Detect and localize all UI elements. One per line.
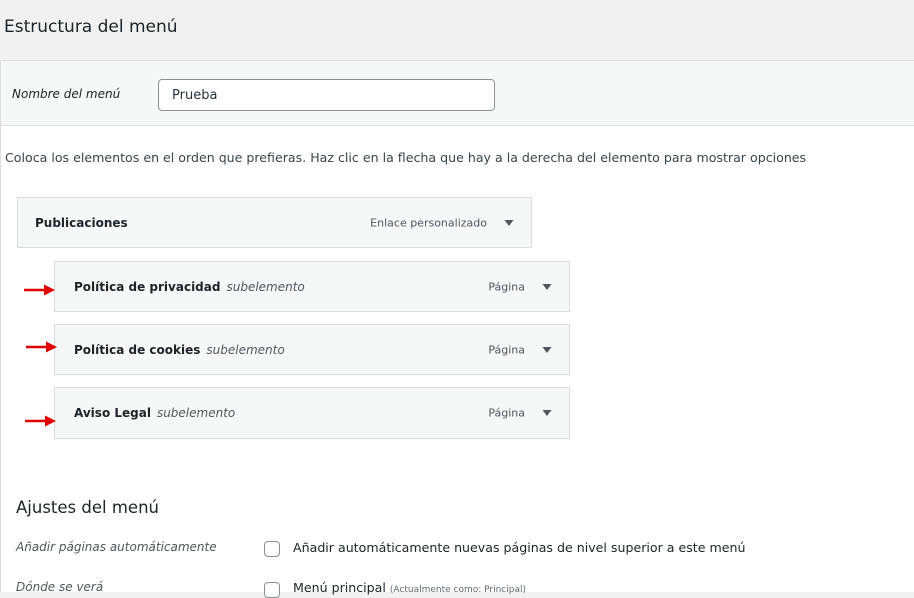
auto-add-label: Añadir páginas automáticamente	[16, 540, 217, 554]
menu-item-subtitle: subelemento	[206, 342, 285, 357]
settings-heading: Ajustes del menú	[16, 498, 159, 517]
auto-add-checkbox-label[interactable]: Añadir automáticamente nuevas páginas de…	[293, 540, 745, 555]
menu-item-type: Página	[488, 406, 525, 420]
location-checkbox[interactable]	[264, 582, 280, 598]
location-option-text: Menú principal	[293, 580, 386, 595]
triangle-down-icon[interactable]	[539, 279, 555, 295]
menu-item-title-text: Publicaciones	[35, 215, 128, 230]
menu-name-label: Nombre del menú	[12, 87, 121, 101]
page-header: Estructura del menú	[0, 0, 914, 60]
triangle-down-icon[interactable]	[501, 215, 517, 231]
menu-item-title-text: Política de privacidad	[74, 279, 221, 294]
red-arrow-icon	[24, 339, 60, 353]
menu-item-type: Página	[488, 280, 525, 293]
page-title: Estructura del menú	[4, 17, 178, 37]
red-arrow-icon	[22, 282, 58, 296]
menu-item-subtitle: subelemento	[226, 279, 305, 294]
menu-item-type: Enlace personalizado	[370, 216, 487, 229]
red-arrow-icon	[23, 413, 59, 427]
auto-add-checkbox[interactable]	[264, 541, 280, 557]
location-checkbox-label[interactable]: Menú principal (Actualmente como: Princip…	[293, 580, 526, 595]
menu-item-aviso-legal[interactable]: Aviso Legal subelemento Página	[54, 387, 570, 439]
menu-item-type: Página	[488, 343, 525, 356]
menu-name-bar: Nombre del menú	[1, 61, 914, 126]
triangle-down-icon[interactable]	[539, 342, 555, 358]
menu-item-title: Aviso Legal subelemento	[74, 406, 235, 420]
menu-item-title: Política de privacidad subelemento	[74, 280, 305, 294]
menu-item-title-text: Política de cookies	[74, 342, 201, 357]
menu-item-title-text: Aviso Legal	[74, 406, 151, 420]
menu-item-subtitle: subelemento	[156, 406, 236, 420]
menu-item-title: Publicaciones	[35, 216, 128, 230]
menu-name-input[interactable]	[158, 79, 495, 111]
location-note: (Actualmente como: Principal)	[389, 585, 526, 595]
instructions-text: Coloca los elementos en el orden que pre…	[5, 150, 807, 165]
menu-item-politica-cookies[interactable]: Política de cookies subelemento Página	[54, 324, 570, 375]
menu-item-publicaciones[interactable]: Publicaciones Enlace personalizado	[17, 197, 532, 248]
triangle-down-icon[interactable]	[539, 405, 555, 421]
menu-item-politica-privacidad[interactable]: Política de privacidad subelemento Página	[54, 261, 570, 312]
menu-item-title: Política de cookies subelemento	[74, 343, 285, 357]
